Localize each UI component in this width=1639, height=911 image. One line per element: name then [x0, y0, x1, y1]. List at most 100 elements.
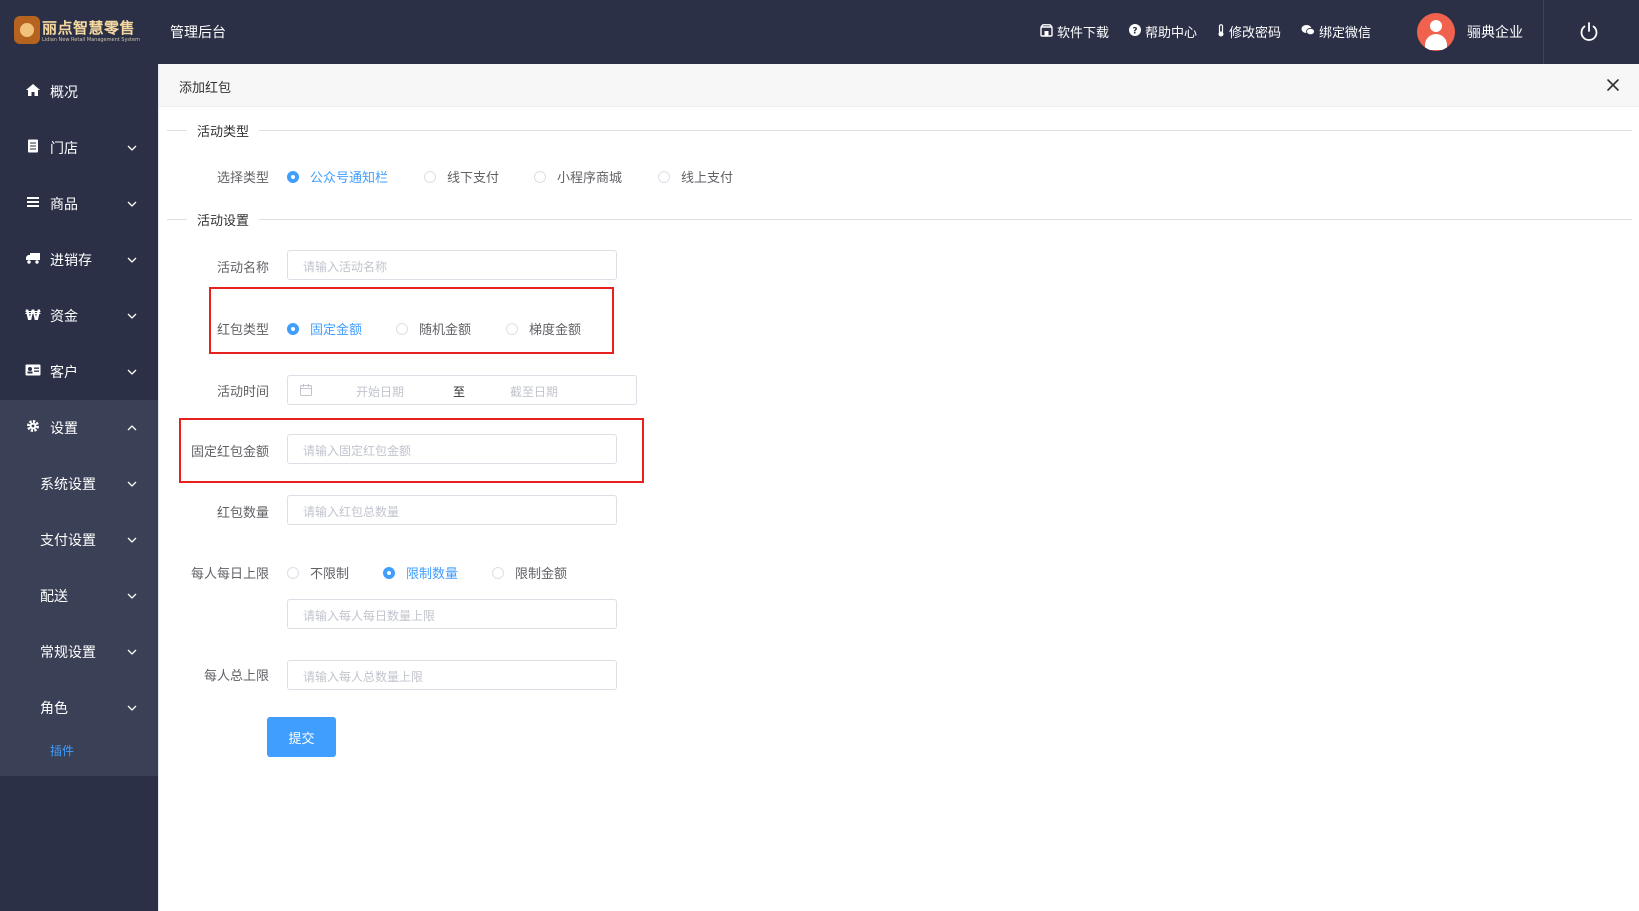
- avatar[interactable]: [1417, 13, 1455, 51]
- rp-type-option-tiered[interactable]: 梯度金额: [506, 319, 581, 338]
- rp-type-option-fixed[interactable]: 固定金额: [287, 319, 362, 338]
- chevron-down-icon: [127, 201, 137, 207]
- daily-limit-option-unlimited[interactable]: 不限制: [287, 563, 349, 582]
- sidebar-item-funds[interactable]: ₩ 资金: [0, 288, 158, 344]
- user-name[interactable]: 骊典企业: [1467, 22, 1523, 42]
- sidebar-subitem-general-settings[interactable]: 常规设置: [0, 624, 158, 680]
- start-date-input[interactable]: 开始日期: [356, 383, 404, 400]
- sidebar-subitem-payment-settings[interactable]: 支付设置: [0, 512, 158, 568]
- app-title: 管理后台: [170, 25, 226, 41]
- radio-dot: [534, 170, 546, 183]
- power-icon[interactable]: [1578, 21, 1600, 43]
- radio-label: 线上支付: [681, 171, 734, 186]
- sidebar-item-plugins[interactable]: 插件: [0, 728, 158, 772]
- sidebar-item-settings[interactable]: 设置: [0, 400, 158, 456]
- logo-subtext: Lidian New Retail Management System: [42, 37, 140, 43]
- submit-button[interactable]: 提交: [267, 717, 336, 757]
- calendar-icon: [300, 384, 312, 400]
- chevron-down-icon: [127, 705, 137, 711]
- daily-limit-input[interactable]: 请输入每人每日数量上限: [287, 599, 617, 629]
- close-icon[interactable]: [1606, 78, 1620, 92]
- type-option-online-payment[interactable]: 线上支付: [658, 167, 733, 186]
- svg-text:?: ?: [1132, 27, 1137, 37]
- radio-dot: [506, 322, 518, 335]
- type-option-mini-program-mall[interactable]: 小程序商城: [534, 167, 622, 186]
- end-date-input[interactable]: 截至日期: [510, 383, 558, 400]
- radio-label: 线下支付: [447, 171, 500, 186]
- rp-type-option-random[interactable]: 随机金额: [396, 319, 471, 338]
- type-option-offline-payment[interactable]: 线下支付: [424, 167, 499, 186]
- radio-label: 随机金额: [419, 323, 472, 338]
- radio-label: 限制数量: [406, 567, 459, 582]
- activity-name-input[interactable]: 请输入活动名称: [287, 250, 617, 280]
- help-center-link[interactable]: ? 帮助中心: [1129, 22, 1197, 41]
- top-bar: 丽点智慧零售 Lidian New Retail Management Syst…: [0, 0, 1639, 64]
- input-placeholder: 请输入每人总数量上限: [303, 670, 424, 684]
- sidebar-item-customers[interactable]: 客户: [0, 344, 158, 400]
- select-type-label: 选择类型: [216, 171, 269, 186]
- chevron-down-icon: [127, 369, 137, 375]
- sidebar-subitem-delivery[interactable]: 配送: [0, 568, 158, 624]
- wechat-icon: [1301, 24, 1315, 39]
- bind-wechat-link[interactable]: 绑定微信: [1301, 22, 1371, 41]
- radio-dot: [287, 566, 299, 579]
- store-doc-icon: [25, 139, 41, 157]
- logo-text: 丽点智慧零售: [42, 19, 136, 37]
- sidebar-item-label: 商品: [50, 197, 78, 213]
- red-packet-count-input[interactable]: 请输入红包总数量: [287, 495, 617, 525]
- fixed-amount-label: 固定红包金额: [190, 445, 269, 460]
- sidebar-item-inventory[interactable]: 进销存: [0, 232, 158, 288]
- help-center-label: 帮助中心: [1145, 26, 1198, 41]
- thermometer-icon: [1217, 23, 1225, 40]
- change-password-link[interactable]: 修改密码: [1217, 22, 1281, 41]
- sidebar-subitem-label: 系统设置: [40, 477, 96, 493]
- daily-limit-label: 每人每日上限: [190, 567, 269, 582]
- date-range-picker[interactable]: 开始日期 至 截至日期: [287, 375, 637, 405]
- red-packet-type-label: 红包类型: [216, 323, 269, 338]
- sidebar-subitem-label: 常规设置: [40, 645, 96, 661]
- daily-limit-option-by-amount[interactable]: 限制金额: [492, 563, 567, 582]
- sidebar-item-label: 插件: [50, 744, 75, 758]
- sidebar: 概况 门店 商品 进销存 ₩ 资金 客户 设置 系统设置 支付设置 配送 常规设…: [0, 64, 158, 911]
- radio-dot: [287, 170, 299, 183]
- chevron-down-icon: [127, 145, 137, 151]
- radio-label: 小程序商城: [557, 171, 623, 186]
- panel-title: 添加红包: [179, 81, 232, 96]
- software-download-link[interactable]: 软件下载: [1040, 22, 1109, 41]
- sidebar-item-label: 设置: [50, 421, 78, 437]
- sidebar-item-label: 进销存: [50, 253, 92, 269]
- logo-icon: [14, 16, 40, 44]
- activity-time-label: 活动时间: [216, 385, 269, 400]
- radio-label: 固定金额: [310, 323, 363, 338]
- sidebar-item-stores[interactable]: 门店: [0, 120, 158, 176]
- sidebar-subitem-label: 支付设置: [40, 533, 96, 549]
- sidebar-item-products[interactable]: 商品: [0, 176, 158, 232]
- radio-dot: [287, 322, 299, 335]
- radio-dot: [383, 566, 395, 579]
- radio-label: 公众号通知栏: [310, 171, 389, 186]
- total-limit-input[interactable]: 请输入每人总数量上限: [287, 660, 617, 690]
- radio-dot: [492, 566, 504, 579]
- id-card-icon: [25, 364, 41, 380]
- radio-label: 限制金额: [515, 567, 568, 582]
- add-red-packet-panel: 添加红包 活动类型 选择类型 公众号通知栏 线下支付 小程序商城 线上支付 活动…: [158, 64, 1639, 911]
- input-placeholder: 请输入红包总数量: [303, 505, 400, 519]
- brand-logo[interactable]: 丽点智慧零售 Lidian New Retail Management Syst…: [14, 14, 140, 46]
- chevron-down-icon: [127, 649, 137, 655]
- sidebar-item-label: 门店: [50, 141, 78, 157]
- type-option-official-account[interactable]: 公众号通知栏: [287, 167, 388, 186]
- sidebar-subitem-system-settings[interactable]: 系统设置: [0, 456, 158, 512]
- store-icon: [1040, 23, 1053, 40]
- list-icon: [25, 196, 41, 212]
- section-title-activity-settings: 活动设置: [187, 210, 260, 229]
- header-divider: [1543, 0, 1544, 64]
- software-download-label: 软件下载: [1057, 26, 1110, 41]
- chevron-down-icon: [127, 537, 137, 543]
- radio-label: 梯度金额: [529, 323, 582, 338]
- home-icon: [25, 83, 41, 101]
- input-placeholder: 请输入每人每日数量上限: [303, 609, 436, 623]
- sidebar-item-overview[interactable]: 概况: [0, 64, 158, 120]
- gear-icon: [25, 419, 41, 437]
- daily-limit-option-by-count[interactable]: 限制数量: [383, 563, 458, 582]
- fixed-amount-input[interactable]: 请输入固定红包金额: [287, 434, 617, 464]
